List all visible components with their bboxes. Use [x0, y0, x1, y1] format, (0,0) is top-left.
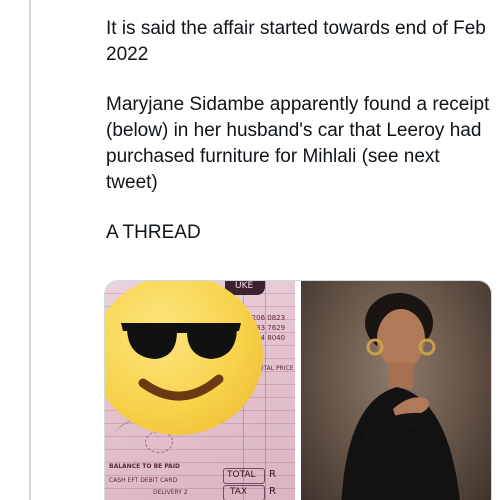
receipt-total-label: TOTAL: [227, 470, 256, 480]
receipt-balance-label: BALANCE TO BE PAID: [109, 463, 181, 470]
sunglasses-icon: [121, 323, 241, 401]
tweet-paragraph-3: A THREAD: [106, 222, 201, 243]
portrait-photo[interactable]: [301, 281, 491, 500]
receipt-total-box: TOTAL: [223, 468, 265, 484]
receipt-tax-currency: R: [269, 486, 276, 497]
receipt-delivery-label: DELIVERY 2: [153, 489, 188, 496]
tweet-body: It is said the affair started towards en…: [106, 16, 496, 246]
tweet-view: It is said the affair started towards en…: [0, 0, 500, 500]
portrait-illustration: [341, 293, 460, 500]
receipt-total-currency: R: [269, 469, 276, 480]
receipt-photo[interactable]: UKE 1 206 0823 1 083 7629 1 664 8040 TOT…: [105, 281, 295, 500]
receipt-tax-box: TAX: [223, 485, 265, 500]
tweet-paragraph-2: Maryjane Sidambe apparently found a rece…: [106, 94, 490, 193]
smiling-face-with-sunglasses-icon: [105, 281, 263, 435]
tweet-media-grid: UKE 1 206 0823 1 083 7629 1 664 8040 TOT…: [104, 280, 492, 500]
receipt-tax-label: TAX: [230, 487, 248, 497]
receipt-payment-options: CASH EFT DEBIT CARD: [109, 477, 178, 484]
thread-connector-line: [29, 0, 31, 500]
tweet-paragraph-1: It is said the affair started towards en…: [106, 18, 486, 65]
